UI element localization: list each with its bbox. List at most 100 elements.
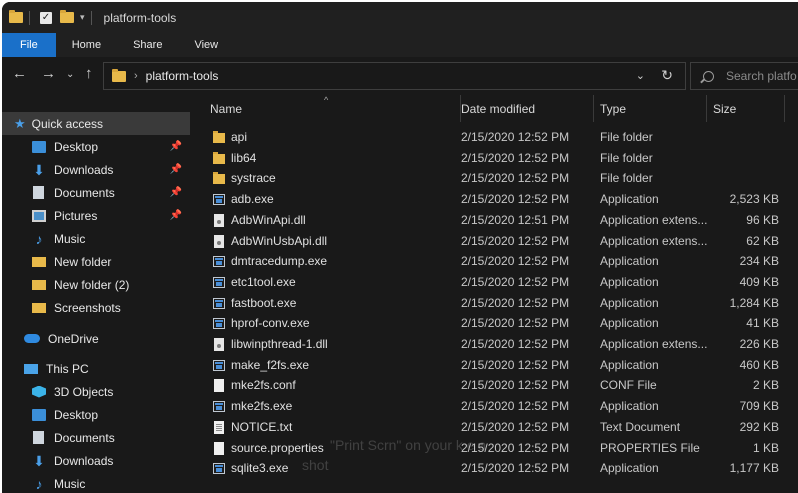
file-size: 2 KB: [752, 378, 779, 393]
file-name: api: [231, 130, 248, 144]
file-size: 460 KB: [739, 357, 779, 372]
overlay-caption: shot: [302, 457, 329, 473]
file-type: Application extens...: [600, 337, 708, 351]
music-icon: ♪: [35, 475, 43, 492]
folder-icon: [112, 68, 126, 82]
pin-icon[interactable]: 📌: [170, 141, 182, 152]
file-name: etc1tool.exe: [231, 274, 296, 289]
file-type: PROPERTIES File: [600, 440, 700, 455]
file-name: fastboot.exe: [231, 295, 297, 310]
nav-music[interactable]: ♪ Music: [2, 227, 190, 250]
back-arrow-icon[interactable]: ←: [12, 65, 27, 82]
table-row[interactable]: etc1tool.exe 2/15/2020 12:52 PM Applicatio…: [190, 272, 798, 293]
file-type: Application: [600, 254, 659, 269]
customize-arrow-icon[interactable]: ▾: [80, 12, 85, 23]
nav-new-folder[interactable]: New folder: [2, 250, 190, 273]
nav-new-folder-2[interactable]: New folder (2): [2, 273, 190, 296]
table-row[interactable]: hprof-conv.exe 2/15/2020 12:52 PM Applicat…: [190, 313, 798, 334]
quick-access-toolbar: ✓ ▾: [9, 10, 98, 25]
file-size: 2,523 KB: [729, 192, 779, 207]
pin-icon[interactable]: 📌: [170, 210, 182, 221]
tab-home[interactable]: Home: [56, 33, 117, 57]
address-dropdown-icon[interactable]: ⌄: [636, 69, 645, 82]
table-row[interactable]: AdbWinApi.dll 2/15/2020 12:51 PM Applicati…: [190, 210, 798, 231]
column-header-date[interactable]: Date modified: [455, 95, 594, 122]
nav-downloads[interactable]: ⬇ Downloads 📌: [2, 158, 190, 181]
file-name: AdbWinApi.dll: [231, 212, 306, 227]
nav-documents[interactable]: Documents 📌: [2, 181, 190, 204]
application-icon: [213, 276, 225, 288]
music-icon: ♪: [35, 230, 43, 247]
tab-file[interactable]: File: [2, 33, 56, 57]
table-row[interactable]: api 2/15/2020 12:52 PM File folder: [190, 127, 798, 148]
search-input[interactable]: Search platfo: [690, 62, 798, 90]
table-row[interactable]: mke2fs.conf 2/15/2020 12:52 PM CONF File 2 …: [190, 375, 798, 396]
table-row[interactable]: NOTICE.txt 2/15/2020 12:52 PM Text Documen…: [190, 417, 798, 438]
file-icon: [214, 441, 224, 455]
forward-arrow-icon[interactable]: →: [41, 65, 56, 82]
table-row[interactable]: adb.exe 2/15/2020 12:52 PM Application 2,52…: [190, 189, 798, 210]
onedrive-cloud-icon: [24, 334, 40, 343]
tab-share[interactable]: Share: [117, 33, 178, 57]
up-arrow-icon[interactable]: ↑: [85, 65, 93, 82]
refresh-icon[interactable]: ↻: [661, 67, 673, 84]
nav-pc-documents[interactable]: Documents: [2, 426, 190, 449]
column-header-name[interactable]: Name: [204, 95, 461, 122]
column-header-type[interactable]: Type: [594, 95, 707, 122]
ribbon-tabs: File Home Share View: [2, 33, 798, 57]
table-row[interactable]: source.properties 2/15/2020 12:52 PM PROPE…: [190, 438, 798, 459]
file-name: lib64: [231, 150, 257, 165]
file-date-modified: 2/15/2020 12:52 PM: [461, 274, 570, 289]
table-row[interactable]: mke2fs.exe 2/15/2020 12:52 PM Application 7…: [190, 396, 798, 417]
window-title: platform-tools: [103, 10, 177, 25]
nav-3d-objects[interactable]: 3D Objects: [2, 380, 190, 403]
file-name: AdbWinUsbApi.dll: [231, 233, 328, 248]
folder-icon[interactable]: [9, 10, 23, 23]
table-row[interactable]: make_f2fs.exe 2/15/2020 12:52 PM Applicati…: [190, 355, 798, 376]
file-type: Application: [600, 461, 659, 476]
new-folder-icon[interactable]: [60, 10, 74, 23]
nav-pc-desktop[interactable]: Desktop: [2, 403, 190, 426]
file-name: NOTICE.txt: [231, 419, 293, 434]
file-size: 1,177 KB: [729, 461, 779, 476]
overlay-caption: "Print Scrn" on your k e a: [330, 437, 487, 453]
desktop-icon: [32, 140, 46, 153]
folder-icon: [213, 131, 225, 143]
nav-pc-downloads[interactable]: ⬇ Downloads: [2, 449, 190, 472]
table-row[interactable]: lib64 2/15/2020 12:52 PM File folder: [190, 148, 798, 169]
tab-view[interactable]: View: [178, 33, 234, 57]
nav-quick-access[interactable]: ★ Quick access: [2, 112, 190, 135]
properties-check-icon[interactable]: ✓: [40, 11, 52, 24]
nav-onedrive[interactable]: OneDrive: [2, 327, 190, 350]
nav-pc-music[interactable]: ♪ Music: [2, 472, 190, 493]
file-name: adb.exe: [231, 192, 274, 207]
table-row[interactable]: systrace 2/15/2020 12:52 PM File folder: [190, 168, 798, 189]
file-name: dmtracedump.exe: [231, 254, 328, 269]
table-row[interactable]: sqlite3.exe 2/15/2020 12:52 PM Application…: [190, 458, 798, 479]
breadcrumb[interactable]: platform-tools: [146, 69, 219, 83]
recent-locations-chevron-icon[interactable]: ⌄: [66, 69, 74, 80]
dll-file-icon: [214, 213, 224, 227]
file-date-modified: 2/15/2020 12:52 PM: [461, 233, 570, 248]
folder-icon: [32, 302, 46, 313]
table-row[interactable]: fastboot.exe 2/15/2020 12:52 PM Applicatio…: [190, 293, 798, 314]
file-name: hprof-conv.exe: [231, 316, 310, 331]
nav-pictures[interactable]: Pictures 📌: [2, 204, 190, 227]
address-row: ← → ⌄ ↑ › platform-tools ⌄ ↻ Search plat…: [2, 57, 798, 95]
nav-desktop[interactable]: Desktop 📌: [2, 135, 190, 158]
chevron-right-icon[interactable]: ›: [134, 70, 138, 82]
file-date-modified: 2/15/2020 12:52 PM: [461, 254, 570, 269]
table-row[interactable]: AdbWinUsbApi.dll 2/15/2020 12:52 PM Applic…: [190, 231, 798, 252]
nav-this-pc[interactable]: This PC: [2, 357, 190, 380]
file-size: 226 KB: [739, 337, 779, 351]
file-type: CONF File: [600, 378, 657, 393]
table-row[interactable]: dmtracedump.exe 2/15/2020 12:52 PM Applica…: [190, 251, 798, 272]
file-size: [710, 127, 779, 148]
nav-screenshots[interactable]: Screenshots: [2, 296, 190, 319]
address-bar[interactable]: › platform-tools ⌄ ↻: [103, 62, 686, 90]
pin-icon[interactable]: 📌: [170, 164, 182, 175]
table-row[interactable]: libwinpthread-1.dll 2/15/2020 12:52 PM App…: [190, 334, 798, 355]
column-header-size[interactable]: Size: [707, 95, 785, 122]
pin-icon[interactable]: 📌: [170, 187, 182, 198]
file-name: sqlite3.exe: [231, 461, 289, 476]
